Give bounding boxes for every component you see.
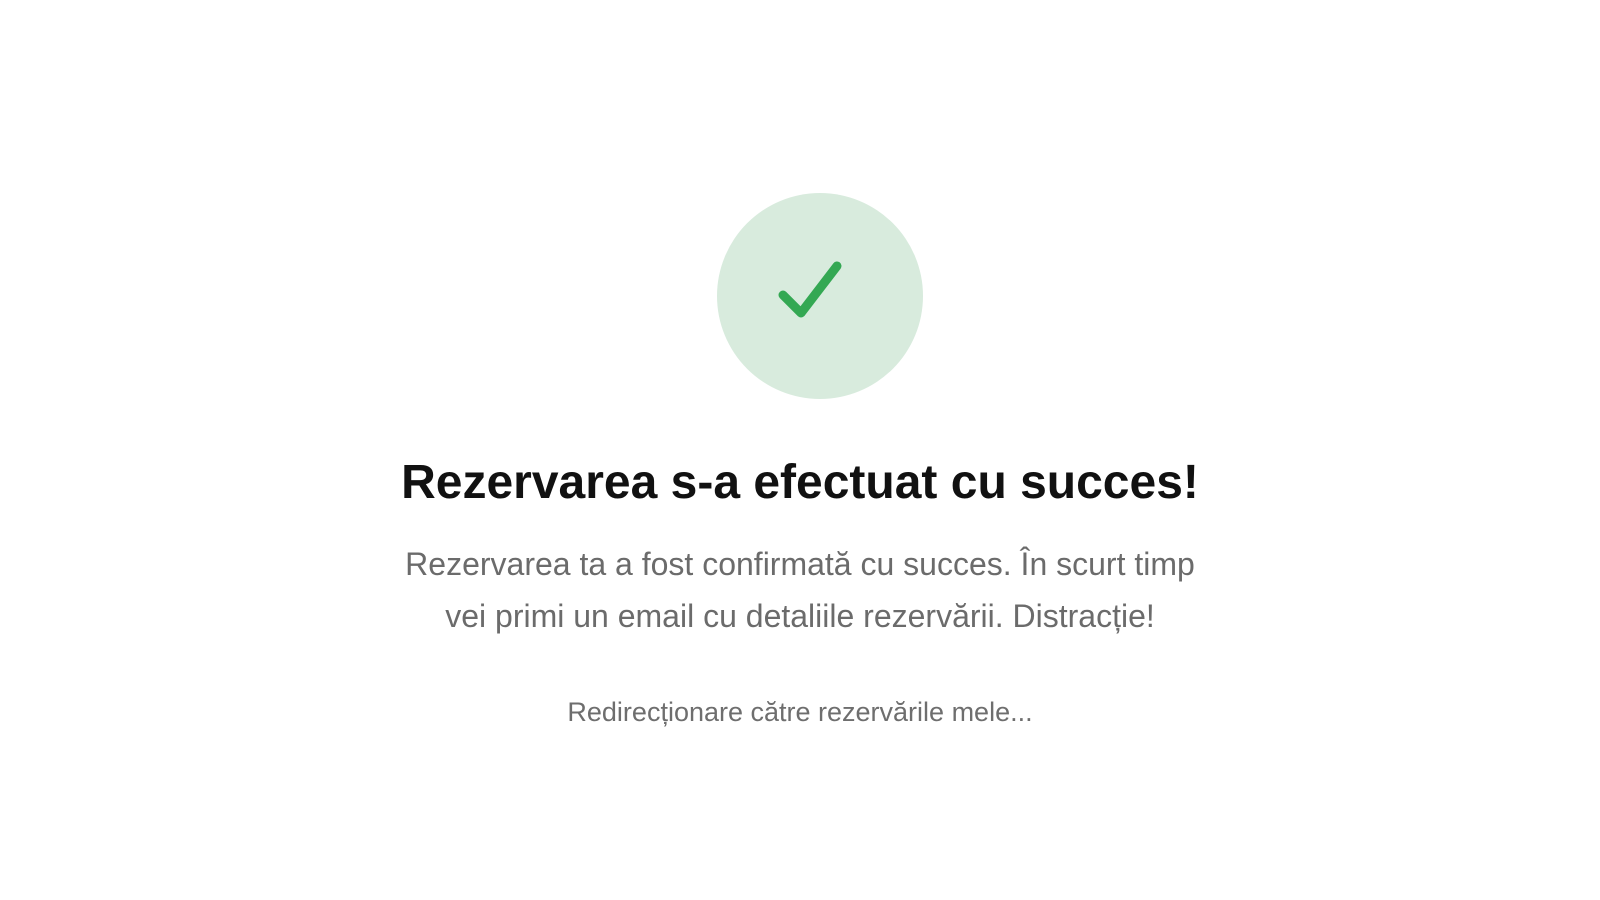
success-panel: Rezervarea s-a efectuat cu succes! Rezer… (0, 0, 1600, 900)
confirmation-message-line-2: vei primi un email cu detaliile rezervăr… (445, 598, 1155, 634)
check-icon (778, 261, 842, 318)
redirect-status: Redirecționare către rezervările mele... (567, 697, 1033, 727)
page-title: Rezervarea s-a efectuat cu succes! (401, 456, 1199, 509)
confirmation-message-line-1: Rezervarea ta a fost confirmată cu succe… (405, 546, 1195, 582)
success-badge (717, 193, 923, 399)
booking-success-page: Rezervarea s-a efectuat cu succes! Rezer… (0, 0, 1600, 900)
confirmation-message: Rezervarea ta a fost confirmată cu succe… (360, 538, 1240, 642)
